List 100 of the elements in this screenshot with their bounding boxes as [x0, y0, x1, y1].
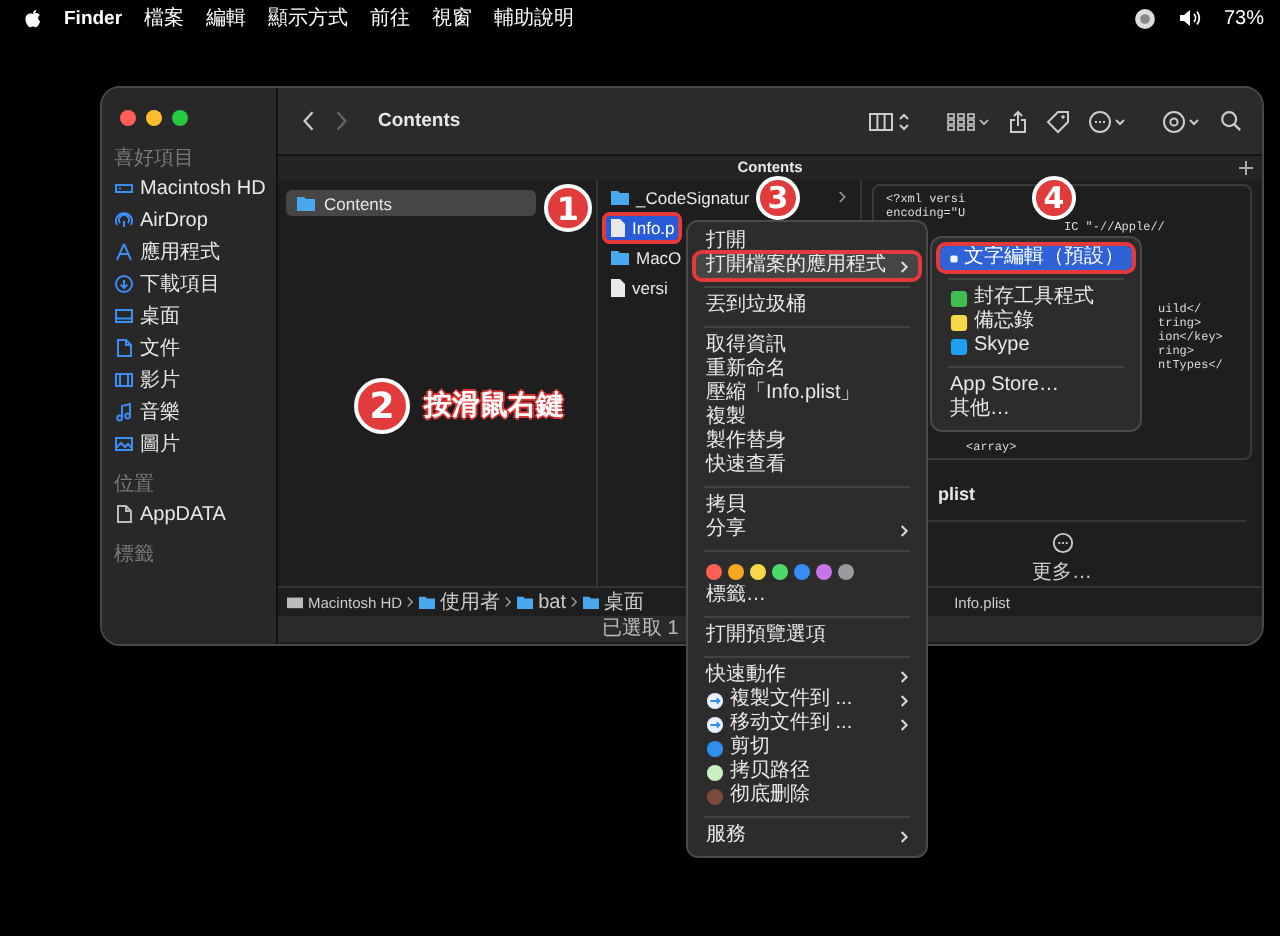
folder-row[interactable]: Contents [286, 190, 536, 216]
folder-item[interactable]: MacO [606, 245, 686, 269]
tag-color-dot[interactable] [838, 563, 854, 579]
app-menu[interactable]: Finder [64, 7, 123, 29]
more-icon[interactable] [1051, 532, 1073, 554]
sidebar-item[interactable]: 音樂 [108, 396, 270, 428]
sidebar-header: 標籤 [112, 544, 156, 568]
sidebar-item[interactable]: 圖片 [108, 428, 270, 460]
menu-title[interactable]: 視窗 [432, 4, 473, 32]
menu-item[interactable]: 製作替身 [696, 430, 918, 454]
more-label[interactable]: 更多… [1032, 558, 1092, 586]
file-icon [114, 504, 134, 524]
zoom-button[interactable] [172, 110, 188, 126]
menu-item[interactable]: 壓縮「Info.plist」 [696, 382, 918, 406]
path-item[interactable]: 桌面 [582, 588, 645, 616]
folder-icon [296, 194, 316, 212]
back-button[interactable] [302, 110, 316, 132]
menu-item[interactable]: 標籤… [696, 584, 918, 608]
menu-item[interactable]: 文字編輯（預設） [940, 246, 1132, 270]
forward-button[interactable] [334, 110, 348, 132]
menu-item[interactable]: 快速查看 [696, 454, 918, 478]
menu-item[interactable]: 打開檔案的應用程式 [696, 254, 918, 278]
sidebar-item[interactable]: 文件 [108, 332, 270, 364]
desktop-icon [114, 306, 134, 326]
menu-title[interactable]: 輔助說明 [494, 4, 575, 32]
more-icon[interactable] [1088, 109, 1128, 133]
menu-item[interactable]: App Store… [940, 374, 1132, 398]
sidebar-header: 喜好項目 [112, 148, 196, 172]
menu-item[interactable]: 移动文件到 ... [696, 712, 918, 736]
picture-icon [114, 434, 134, 454]
folder-icon [516, 594, 535, 610]
tag-color-dot[interactable] [772, 563, 788, 579]
folder-item[interactable]: _CodeSignatur [606, 185, 754, 209]
folder-icon [418, 594, 437, 610]
sidebar-item[interactable]: AppDATA [108, 498, 270, 530]
sidebar-item[interactable]: 影片 [108, 364, 270, 396]
quick-action-icon [706, 691, 724, 709]
menu-item[interactable]: 丟到垃圾桶 [696, 294, 918, 318]
share-icon[interactable] [1008, 109, 1028, 133]
status-text: 已選取 1 [602, 618, 679, 640]
menu-item[interactable]: 取得資訊 [696, 334, 918, 358]
menu-title[interactable]: 前往 [370, 4, 411, 32]
chevron-icon [504, 596, 513, 608]
path-item[interactable]: 使用者 [418, 588, 501, 616]
battery-percentage: 73% [1223, 7, 1264, 29]
close-button[interactable] [120, 110, 136, 126]
window-title: Contents [378, 110, 461, 132]
columns-view-icon[interactable] [868, 109, 912, 133]
sidebar-item[interactable]: 桌面 [108, 300, 270, 332]
folder-icon [582, 594, 601, 610]
menu-title[interactable]: 編輯 [206, 4, 247, 32]
menu-item[interactable]: 複製文件到 ... [696, 688, 918, 712]
tag-icon[interactable] [1046, 109, 1070, 133]
search-icon[interactable] [1220, 110, 1242, 132]
menu-item[interactable]: 其他… [940, 398, 1132, 422]
tag-color-dot[interactable] [750, 563, 766, 579]
avatar-icon[interactable] [1133, 7, 1156, 29]
menu-item[interactable]: 服務 [696, 824, 918, 848]
tag-color-dot[interactable] [816, 563, 832, 579]
menu-item[interactable]: 複製 [696, 406, 918, 430]
apple-icon[interactable] [24, 7, 42, 29]
menu-title[interactable]: 顯示方式 [268, 4, 349, 32]
menu-item[interactable]: 彻底删除 [696, 784, 918, 808]
menu-item[interactable]: 封存工具程式 [940, 286, 1132, 310]
document-icon [114, 338, 134, 358]
menu-item[interactable]: 拷貝 [696, 494, 918, 518]
menu-item[interactable]: Skype [940, 334, 1132, 358]
menu-item[interactable]: 備忘錄 [940, 310, 1132, 334]
tag-color-dot[interactable] [728, 563, 744, 579]
minimize-button[interactable] [146, 110, 162, 126]
sidebar-item[interactable]: AirDrop [108, 204, 270, 236]
sidebar-item[interactable]: 應用程式 [108, 236, 270, 268]
menu-item[interactable]: 重新命名 [696, 358, 918, 382]
sidebar-item[interactable]: Macintosh HD [108, 172, 270, 204]
menu-item[interactable]: 打開 [696, 230, 918, 254]
tag-color-dot[interactable] [794, 563, 810, 579]
menu-item[interactable]: 分享 [696, 518, 918, 542]
file-item[interactable]: versi [606, 275, 672, 299]
volume-icon[interactable] [1177, 8, 1202, 28]
menu-item[interactable]: 剪切 [696, 736, 918, 760]
app-icon [950, 249, 958, 267]
sidebar-header: 位置 [112, 474, 156, 498]
sidebar-item[interactable]: 下載項目 [108, 268, 270, 300]
download-icon [114, 274, 134, 294]
path-item[interactable]: bat [516, 591, 567, 613]
menu-item[interactable]: 打開預覽選項 [696, 624, 918, 648]
circle-icon[interactable] [1162, 109, 1202, 133]
music-note-icon [114, 402, 134, 422]
file-icon [610, 217, 626, 237]
menu-item[interactable]: 拷贝路径 [696, 760, 918, 784]
chevron-icon [406, 596, 415, 608]
add-tab-button[interactable] [1238, 160, 1254, 176]
apps-icon [114, 242, 134, 262]
grid-icon[interactable] [946, 109, 990, 133]
tag-color-dot[interactable] [706, 563, 722, 579]
file-name: plist [938, 484, 976, 504]
file-item[interactable]: Info.p [606, 215, 679, 239]
menu-title[interactable]: 檔案 [144, 4, 185, 32]
menu-item[interactable]: 快速動作 [696, 664, 918, 688]
film-icon [114, 370, 134, 390]
